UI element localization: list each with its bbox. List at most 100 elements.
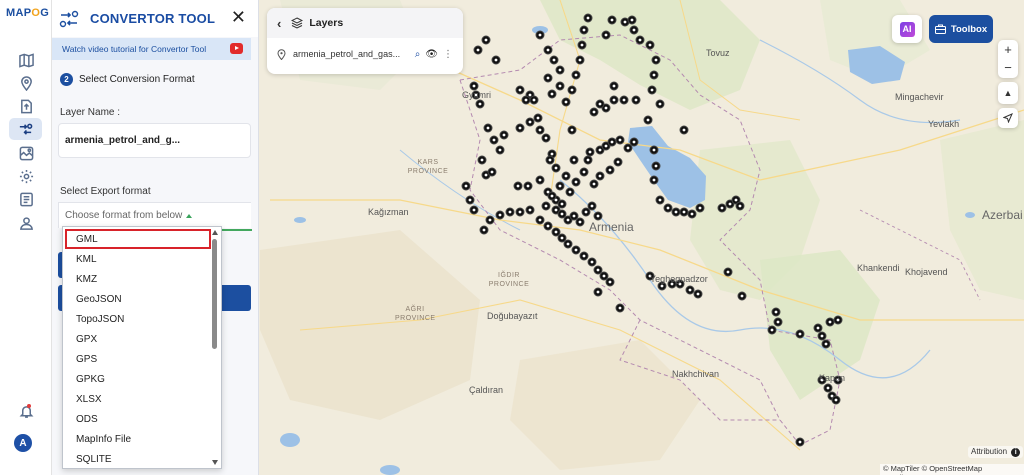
app-logo[interactable]: MAPOG	[6, 7, 49, 19]
map-feature-point-center	[519, 211, 522, 214]
converter-icon[interactable]	[9, 118, 42, 140]
map-feature-point-center	[555, 209, 558, 212]
format-option[interactable]: MapInfo File	[63, 429, 221, 449]
video-tutorial-link[interactable]: Watch video tutorial for Convertor Tool	[52, 38, 251, 60]
ai-assistant-button[interactable]: AI	[892, 15, 922, 43]
map-feature-point-center	[611, 141, 614, 144]
map-feature-point-center	[651, 89, 654, 92]
step-number-badge: 2	[60, 73, 73, 86]
map-label-city: Nakhchivan	[672, 369, 719, 379]
close-icon[interactable]: ✕	[231, 8, 246, 26]
map-label-country: Azerbai	[982, 208, 1023, 222]
format-dropdown-list[interactable]: GMLKMLKMZGeoJSONTopoJSONGPXGPSGPKGXLSXOD…	[62, 226, 222, 469]
map-feature-point-center	[551, 93, 554, 96]
map-feature-point-center	[613, 85, 616, 88]
avatar[interactable]: A	[14, 434, 32, 452]
map-feature-point-center	[483, 229, 486, 232]
map-label-country: Armenia	[589, 220, 634, 234]
layer-name-label: Layer Name :	[60, 107, 120, 118]
format-option[interactable]: KMZ	[63, 269, 221, 289]
scroll-thumb[interactable]	[212, 239, 217, 349]
map-feature-point-center	[517, 185, 520, 188]
notification-dot	[27, 404, 31, 408]
map-copyright[interactable]: © MapTiler © OpenStreetMap contributors	[880, 464, 1024, 475]
toolbox-label: Toolbox	[951, 24, 987, 35]
zoom-out-button[interactable]: −	[998, 58, 1018, 76]
map-feature-point-center	[481, 159, 484, 162]
map-feature-point-center	[545, 137, 548, 140]
map-feature-point-center	[519, 127, 522, 130]
map-feature-point-center	[581, 44, 584, 47]
map-label-city: Tovuz	[706, 48, 730, 58]
map-feature-point-center	[545, 205, 548, 208]
settings-icon[interactable]	[14, 165, 38, 187]
format-option[interactable]: GeoJSON	[63, 289, 221, 309]
gallery-icon[interactable]	[14, 142, 38, 164]
scroll-down-icon[interactable]	[212, 460, 218, 465]
dropdown-scrollbar[interactable]	[211, 227, 219, 468]
map-feature-point-center	[827, 387, 830, 390]
map-feature-point-center	[683, 129, 686, 132]
format-option[interactable]: KML	[63, 249, 221, 269]
list-icon[interactable]	[14, 188, 38, 210]
map-feature-point-center	[771, 329, 774, 332]
format-option[interactable]: TopoJSON	[63, 309, 221, 329]
format-option[interactable]: GPX	[63, 329, 221, 349]
zoom-to-layer-icon[interactable]: ⌕	[415, 49, 421, 60]
map-feature-point-center	[465, 185, 468, 188]
scroll-up-icon[interactable]	[212, 230, 218, 235]
map-feature-point-center	[591, 261, 594, 264]
map-feature-point-center	[667, 207, 670, 210]
map-feature-point-center	[551, 195, 554, 198]
format-option[interactable]: GML	[65, 229, 211, 249]
map-feature-point-center	[479, 103, 482, 106]
format-option[interactable]: SQLITE	[63, 449, 221, 469]
user-share-icon[interactable]	[14, 212, 38, 234]
export-format-select[interactable]: Choose format from below	[58, 202, 251, 228]
chevron-left-icon[interactable]: ‹	[277, 16, 281, 31]
zoom-in-button[interactable]: +	[998, 40, 1018, 58]
youtube-icon	[230, 43, 243, 54]
map-feature-point-center	[729, 203, 732, 206]
map-feature-point-center	[697, 293, 700, 296]
map-feature-point-center	[579, 59, 582, 62]
map-label-city: Mingachevir	[895, 92, 944, 102]
map-feature-point-center	[529, 121, 532, 124]
map-feature-point-center	[829, 321, 832, 324]
map-feature-point-center	[485, 174, 488, 177]
more-options-icon[interactable]: ⋮	[443, 49, 453, 60]
map-feature-point-center	[624, 21, 627, 24]
map-feature-point-center	[499, 149, 502, 152]
info-icon: i	[1011, 448, 1020, 457]
format-option[interactable]: GPKG	[63, 369, 221, 389]
map-feature-point-center	[633, 141, 636, 144]
map-feature-point-center	[599, 175, 602, 178]
map-feature-point-center	[631, 19, 634, 22]
map-feature-point-center	[639, 39, 642, 42]
map-feature-point-center	[675, 211, 678, 214]
map-feature-point-center	[683, 211, 686, 214]
map-feature-point-center	[633, 29, 636, 32]
map-feature-point-center	[689, 289, 692, 292]
format-option[interactable]: GPS	[63, 349, 221, 369]
map-icon[interactable]	[14, 49, 38, 71]
layer-item[interactable]: armenia_petrol_and_gas... ⌕ 👁︎ ⋮	[267, 38, 463, 70]
format-option[interactable]: XLSX	[63, 389, 221, 409]
compass-icon: ▲	[998, 82, 1018, 104]
toolbox-button[interactable]: Toolbox	[929, 15, 993, 43]
upload-icon[interactable]	[14, 95, 38, 117]
location-icon[interactable]	[14, 72, 38, 94]
locate-button[interactable]	[998, 108, 1018, 128]
bell-icon[interactable]	[14, 400, 38, 422]
map-feature-point-center	[509, 211, 512, 214]
map-feature-point-center	[603, 275, 606, 278]
step-title: Select Conversion Format	[79, 74, 195, 85]
map-feature-point-center	[473, 209, 476, 212]
format-option[interactable]: ODS	[63, 409, 221, 429]
compass-button[interactable]: ▲	[998, 82, 1018, 104]
map-feature-point-center	[659, 199, 662, 202]
visibility-eye-icon[interactable]: 👁︎	[425, 49, 438, 60]
map-feature-point-center	[617, 161, 620, 164]
attribution-toggle[interactable]: Attribution i	[968, 446, 1023, 458]
map-feature-point-center	[589, 151, 592, 154]
